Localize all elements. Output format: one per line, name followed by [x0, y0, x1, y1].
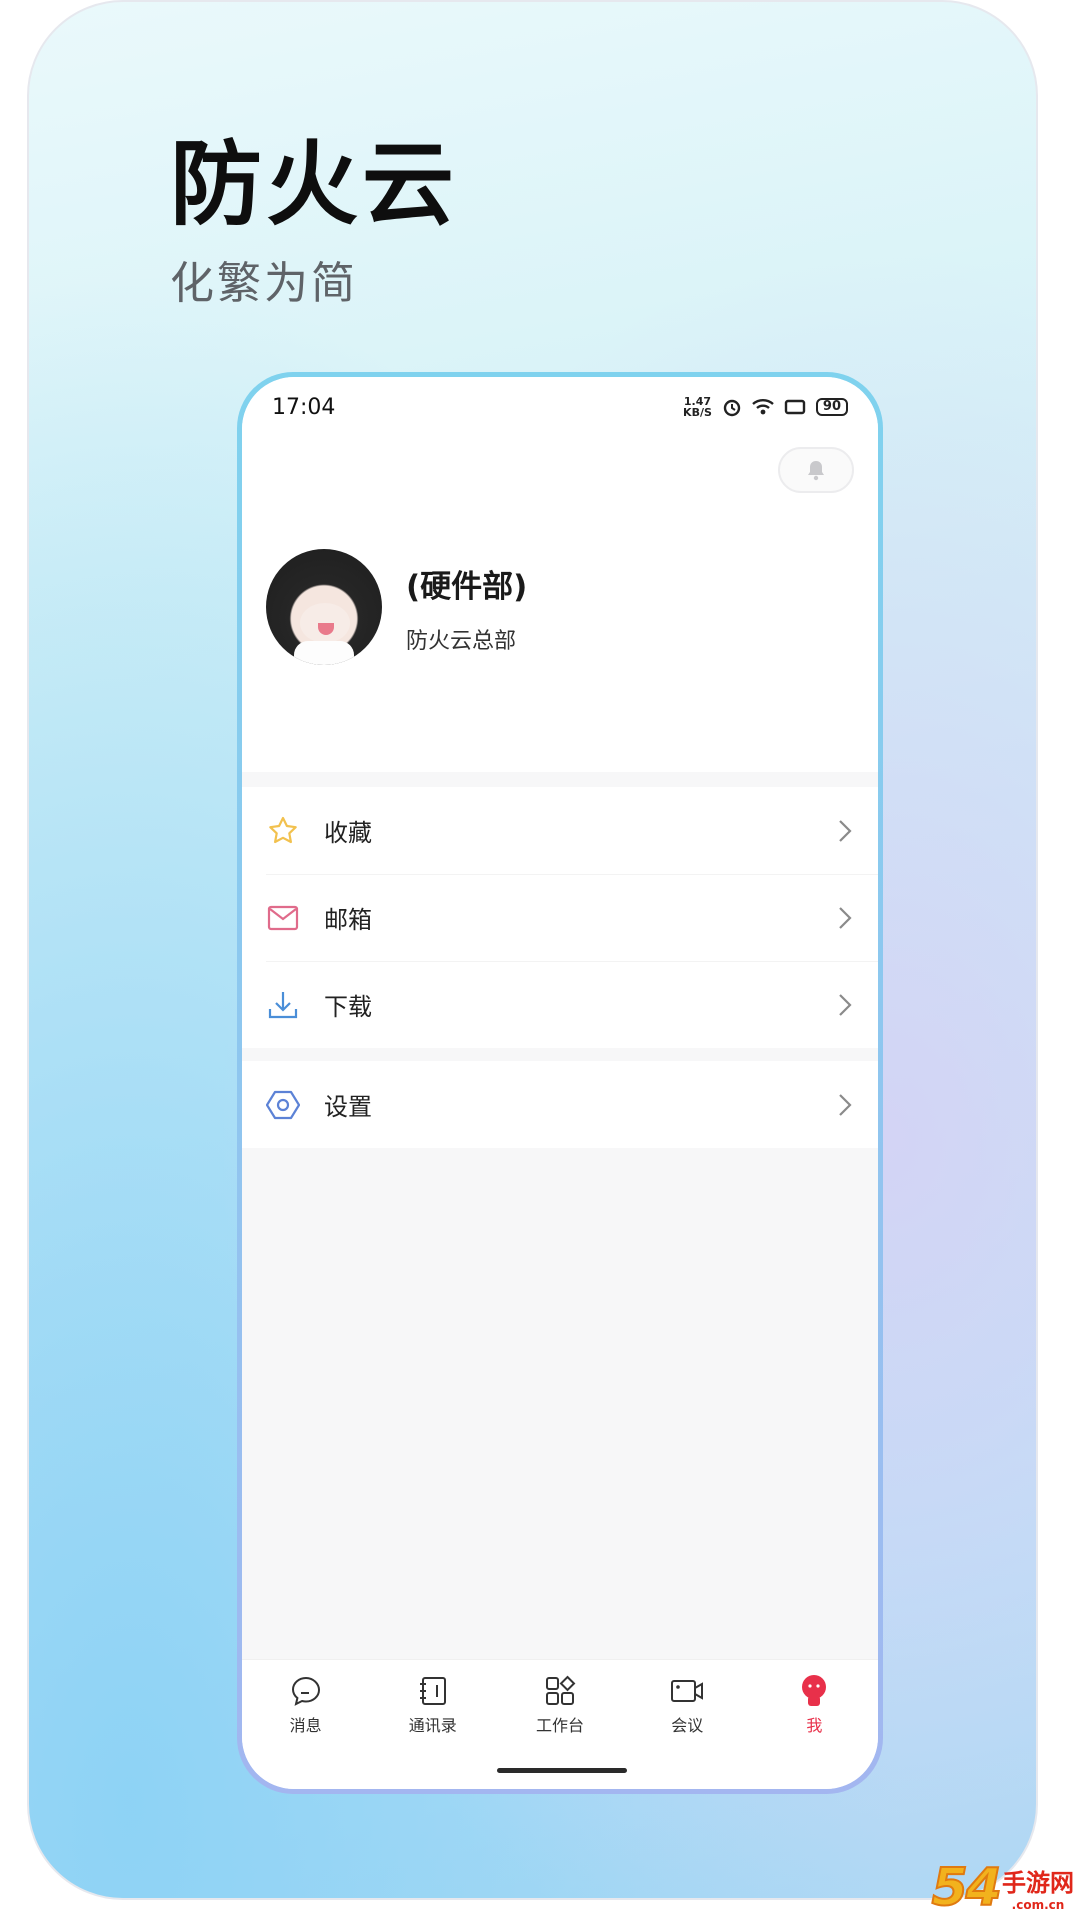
star-icon [266, 814, 300, 848]
settings-icon [266, 1088, 300, 1122]
watermark-text-box: 手游网 .com.cn [1002, 1863, 1074, 1912]
promo-subtitle: 化繁为简 [170, 258, 358, 309]
section-divider [242, 1048, 878, 1061]
chevron-right-icon [836, 1090, 854, 1120]
tab-label-workbench: 工作台 [536, 1716, 585, 1735]
tab-meetings[interactable]: 会议 [624, 1660, 751, 1750]
profile-icon [797, 1674, 831, 1708]
menu-item-favorites[interactable]: 收藏 [242, 787, 878, 874]
avatar-shirt [294, 641, 354, 665]
menu-label-favorites: 收藏 [324, 819, 372, 847]
home-indicator[interactable] [497, 1768, 627, 1773]
tab-label-contacts: 通讯录 [408, 1716, 457, 1735]
tab-label-me: 我 [806, 1716, 823, 1735]
network-speed-unit: KB/S [683, 406, 712, 419]
tab-messages[interactable]: 消息 [242, 1660, 369, 1750]
menu-item-settings[interactable]: 设置 [242, 1061, 878, 1148]
apps-icon [543, 1674, 577, 1708]
menu-group-main: 收藏 邮箱 下载 [242, 787, 878, 1048]
phone-frame: 17:04 1.47 KB/S 90 (硬件部) 防火云总部 收藏 邮箱 下载 … [237, 372, 883, 1794]
menu-label-mail: 邮箱 [324, 906, 372, 934]
chevron-right-icon [836, 903, 854, 933]
profile-header: (硬件部) 防火云总部 [242, 437, 878, 772]
contacts-icon [416, 1674, 450, 1708]
user-name: (硬件部) [406, 569, 528, 605]
wifi-icon [752, 399, 774, 415]
promo-title: 防火云 [170, 131, 459, 238]
battery-indicator: 90 [815, 398, 848, 416]
menu-item-mail[interactable]: 邮箱 [242, 874, 878, 961]
network-speed: 1.47 KB/S [683, 396, 712, 418]
tab-me[interactable]: 我 [751, 1660, 878, 1750]
tab-workbench[interactable]: 工作台 [496, 1660, 623, 1750]
status-icons: 1.47 KB/S 90 [683, 396, 848, 418]
menu-group-settings: 设置 [242, 1061, 878, 1148]
alarm-icon [723, 399, 741, 417]
chat-icon [289, 1674, 323, 1708]
tab-contacts[interactable]: 通讯录 [369, 1660, 496, 1750]
menu-label-settings: 设置 [324, 1093, 372, 1121]
sim-icon [784, 399, 806, 415]
status-bar: 17:04 1.47 KB/S 90 [242, 377, 878, 437]
watermark-number: 54 [931, 1857, 1003, 1919]
status-time: 17:04 [272, 394, 336, 420]
video-icon [670, 1674, 704, 1708]
chevron-right-icon [836, 816, 854, 846]
menu-item-downloads[interactable]: 下载 [242, 961, 878, 1048]
mail-icon [266, 901, 300, 935]
menu-label-downloads: 下载 [324, 993, 372, 1021]
watermark-brand: 手游网 [1002, 1869, 1074, 1897]
tab-label-messages: 消息 [289, 1716, 322, 1735]
bell-icon [808, 461, 824, 481]
download-icon [266, 988, 300, 1022]
user-org: 防火云总部 [406, 629, 517, 654]
bottom-tab-bar: 消息 通讯录 工作台 会议 我 [242, 1659, 878, 1789]
chevron-right-icon [836, 990, 854, 1020]
site-watermark: 54 手游网 .com.cn [931, 1857, 1074, 1919]
notification-button[interactable] [778, 447, 854, 493]
tab-label-meetings: 会议 [671, 1716, 704, 1735]
phone-screen: 17:04 1.47 KB/S 90 (硬件部) 防火云总部 收藏 邮箱 下载 … [242, 377, 878, 1789]
avatar[interactable] [266, 549, 382, 665]
promo-card: 防火云 化繁为简 17:04 1.47 KB/S 90 (硬件部) 防火云总部 … [27, 0, 1038, 1900]
watermark-domain: .com.cn [1011, 1898, 1065, 1912]
